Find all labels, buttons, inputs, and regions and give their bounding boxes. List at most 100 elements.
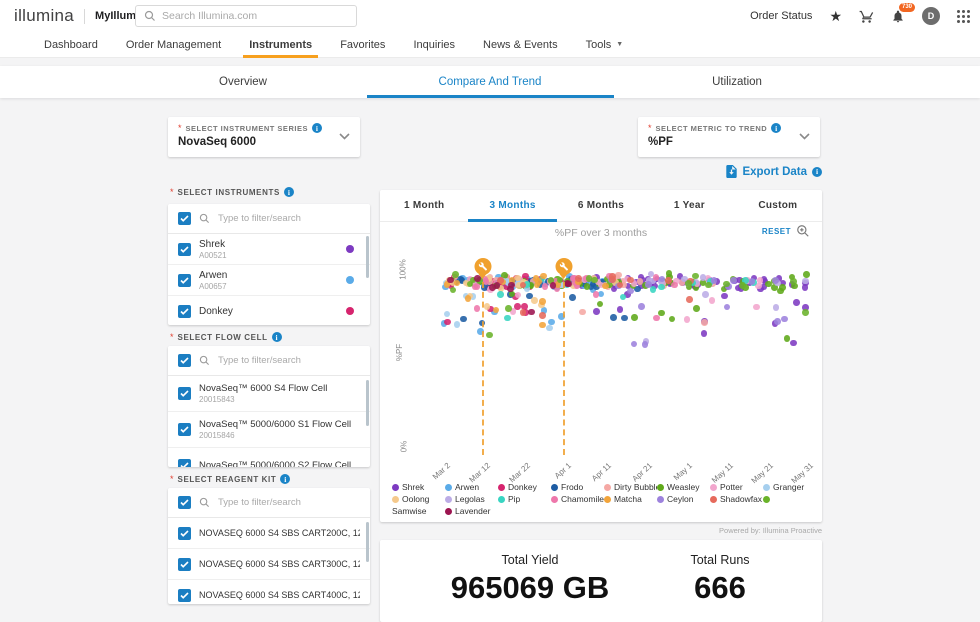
checkbox-checked[interactable] xyxy=(178,423,191,436)
list-item-novaseq-6000-s4-sbs-cart300c-1234[interactable]: NOVASEQ 6000 S4 SBS CART300C, 1234... xyxy=(168,549,370,580)
reagent-kit-filter-input[interactable] xyxy=(218,497,360,508)
data-point-samwise xyxy=(685,280,692,287)
illumina-logo[interactable]: illumina xyxy=(14,6,74,26)
legend-item-granger[interactable]: Granger xyxy=(763,481,816,493)
checkbox-checked[interactable] xyxy=(178,243,191,256)
info-icon[interactable]: i xyxy=(284,187,294,197)
legend-item-legolas[interactable]: Legolas xyxy=(445,493,498,505)
legend-item-arwen[interactable]: Arwen xyxy=(445,481,498,493)
legend-item-ceylon[interactable]: Ceylon xyxy=(657,493,710,505)
user-avatar[interactable]: D xyxy=(922,7,940,25)
data-point-legolas xyxy=(802,278,809,285)
checkbox-checked[interactable] xyxy=(178,558,191,571)
apps-grid-icon[interactable] xyxy=(957,10,970,23)
order-status-link[interactable]: Order Status xyxy=(750,10,812,22)
nav-item-favorites[interactable]: Favorites xyxy=(326,32,399,57)
global-search[interactable] xyxy=(135,5,357,27)
list-item-name: NovaSeq™ 6000 S4 Flow Cell xyxy=(199,383,327,394)
select-all-checkbox[interactable] xyxy=(178,212,191,225)
range-tab-1-year[interactable]: 1 Year xyxy=(645,190,733,221)
list-item-novaseq-5000-6000-s2-flow-cell[interactable]: NovaSeq™ 5000/6000 S2 Flow Cell xyxy=(168,448,370,467)
legend-item-weasley[interactable]: Weasley xyxy=(657,481,710,493)
tab-utilization[interactable]: Utilization xyxy=(614,66,861,98)
nav-item-inquiries[interactable]: Inquiries xyxy=(399,32,469,57)
maintenance-wrench-marker[interactable] xyxy=(474,258,491,275)
data-point-ceylon xyxy=(642,341,649,348)
list-item-arwen[interactable]: ArwenA00657 xyxy=(168,265,370,296)
legend-item-lavender[interactable]: Lavender xyxy=(445,505,498,517)
list-item-shrek[interactable]: ShrekA00521 xyxy=(168,234,370,265)
header-divider xyxy=(84,9,85,24)
list-item-novaseq-6000-s4-flow-cell[interactable]: NovaSeq™ 6000 S4 Flow Cell20015843 xyxy=(168,376,370,412)
tab-compare-and-trend[interactable]: Compare And Trend xyxy=(367,66,614,98)
list-item-novaseq-5000-6000-s1-flow-cell[interactable]: NovaSeq™ 5000/6000 S1 Flow Cell20015846 xyxy=(168,412,370,448)
instrument-series-select[interactable]: * SELECT INSTRUMENT SERIES i NovaSeq 600… xyxy=(168,117,360,157)
info-icon[interactable]: i xyxy=(312,123,322,133)
list-item-text: NOVASEQ 6000 S4 SBS CART300C, 1234... xyxy=(199,559,360,569)
info-icon[interactable]: i xyxy=(812,167,822,177)
checkbox-checked[interactable] xyxy=(178,305,191,318)
data-point-samwise xyxy=(586,275,593,282)
tab-overview[interactable]: Overview xyxy=(120,66,367,98)
legend-item-potter[interactable]: Potter xyxy=(710,481,763,493)
info-icon[interactable]: i xyxy=(280,474,290,484)
legend-item-shadowfax[interactable]: Shadowfax xyxy=(710,493,763,505)
range-tab-6-months[interactable]: 6 Months xyxy=(557,190,645,221)
cart-icon[interactable] xyxy=(859,9,874,24)
legend-item-donkey[interactable]: Donkey xyxy=(498,481,551,493)
maintenance-wrench-marker[interactable] xyxy=(555,258,572,275)
checkbox-checked[interactable] xyxy=(178,589,191,602)
legend-item-shrek[interactable]: Shrek xyxy=(392,481,445,493)
legend-color-dot xyxy=(551,496,558,503)
legend-item-samwise[interactable]: Samwise xyxy=(392,505,445,517)
checkbox-checked[interactable] xyxy=(178,459,191,467)
scrollbar[interactable] xyxy=(366,380,369,426)
nav-item-instruments[interactable]: Instruments xyxy=(235,32,326,57)
legend-item-dirty-bubble[interactable]: Dirty Bubble xyxy=(604,481,657,493)
global-search-input[interactable] xyxy=(162,10,348,22)
nav-item-label: News & Events xyxy=(483,39,558,51)
data-point-potter xyxy=(753,304,760,311)
legend-item-frodo[interactable]: Frodo xyxy=(551,481,604,493)
select-all-checkbox[interactable] xyxy=(178,496,191,509)
export-data-button[interactable]: Export Data i xyxy=(638,165,822,178)
instruments-filter-row xyxy=(168,204,370,234)
favorites-star-icon[interactable]: ★ xyxy=(829,9,842,23)
legend-item-samwise[interactable] xyxy=(763,493,816,505)
range-tab-3-months[interactable]: 3 Months xyxy=(468,190,556,221)
scrollbar[interactable] xyxy=(366,236,369,278)
checkbox-checked[interactable] xyxy=(178,387,191,400)
metric-select[interactable]: * SELECT METRIC TO TREND i %PF xyxy=(638,117,820,157)
nav-item-tools[interactable]: Tools▼ xyxy=(572,32,638,57)
list-item-donkey[interactable]: Donkey xyxy=(168,296,370,325)
legend-color-dot xyxy=(551,484,558,491)
legend-item-chamomile[interactable]: Chamomile xyxy=(551,493,604,505)
nav-item-dashboard[interactable]: Dashboard xyxy=(30,32,112,57)
nav-item-order-management[interactable]: Order Management xyxy=(112,32,235,57)
legend-item-oolong[interactable]: Oolong xyxy=(392,493,445,505)
checkbox-checked[interactable] xyxy=(178,527,191,540)
data-point-dirty-bubble xyxy=(701,319,708,326)
list-item-novaseq-6000-s4-sbs-cart400c-1234[interactable]: NOVASEQ 6000 S4 SBS CART400C, 1234... xyxy=(168,580,370,604)
select-all-checkbox[interactable] xyxy=(178,354,191,367)
legend-item-pip[interactable]: Pip xyxy=(498,493,551,505)
info-icon[interactable]: i xyxy=(771,123,781,133)
flow-cell-filter-input[interactable] xyxy=(218,355,360,366)
instruments-list: ShrekA00521ArwenA00657Donkey xyxy=(168,204,370,325)
data-point-pip xyxy=(620,294,627,301)
instruments-filter-input[interactable] xyxy=(218,213,360,224)
legend-row: SamwiseLavender xyxy=(392,505,816,517)
nav-item-news-events[interactable]: News & Events xyxy=(469,32,572,57)
notifications-bell-icon[interactable]: 730 xyxy=(891,9,905,24)
data-point-chamomile xyxy=(671,282,678,289)
range-tab-1-month[interactable]: 1 Month xyxy=(380,190,468,221)
list-item-novaseq-6000-s4-sbs-cart200c-1234[interactable]: NOVASEQ 6000 S4 SBS CART200C, 1234... xyxy=(168,518,370,549)
data-point-weasley xyxy=(777,288,784,295)
reset-zoom-button[interactable]: RESET xyxy=(762,224,810,238)
legend-item-matcha[interactable]: Matcha xyxy=(604,493,657,505)
info-icon[interactable]: i xyxy=(272,332,282,342)
range-tab-custom[interactable]: Custom xyxy=(734,190,822,221)
data-point-weasley xyxy=(803,271,810,278)
checkbox-checked[interactable] xyxy=(178,274,191,287)
scrollbar[interactable] xyxy=(366,522,369,562)
